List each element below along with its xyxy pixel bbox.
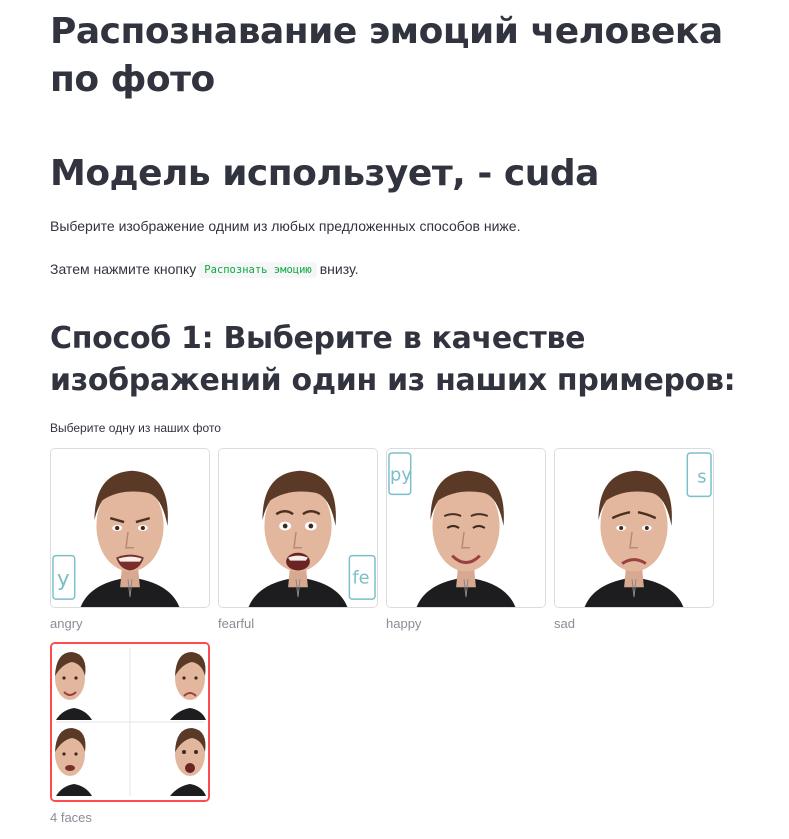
image-picker-label: Выберите одну из наших фото <box>50 421 221 435</box>
example-image-fearful[interactable]: fe <box>218 448 378 608</box>
example-image-4-faces[interactable] <box>50 642 210 802</box>
angry-face-photo: y <box>51 449 209 607</box>
sad-face-photo: s <box>555 449 713 607</box>
instruction-hint-suffix: внизу. <box>319 261 359 277</box>
instruction-button-hint: Затем нажмите кнопку Распознать эмоцию вни… <box>50 259 740 280</box>
example-image-sad[interactable]: s <box>554 448 714 608</box>
svg-text:s: s <box>697 468 706 488</box>
method-1-heading: Способ 1: Выберите в качестве изображени… <box>50 321 736 398</box>
example-caption-sad: sad <box>554 616 575 631</box>
fearful-face-photo: fe <box>219 449 377 607</box>
svg-text:y: y <box>57 566 70 591</box>
example-caption-fearful: fearful <box>218 616 255 631</box>
instruction-text: Выберите изображение одним из любых пред… <box>50 218 521 234</box>
svg-text:fe: fe <box>352 568 369 588</box>
model-heading: Модель использует, - cuda <box>50 153 599 194</box>
example-image-happy[interactable]: py <box>386 448 546 608</box>
four-faces-photo <box>52 644 208 800</box>
svg-text:py: py <box>390 466 412 486</box>
recognize-button-code: Распознать эмоцию <box>199 262 317 278</box>
instruction-hint-prefix: Затем нажмите кнопку <box>50 261 197 277</box>
example-caption-4-faces: 4 faces <box>50 810 92 825</box>
happy-face-photo: py <box>387 449 545 607</box>
example-image-angry[interactable]: y <box>50 448 210 608</box>
page-title: Распознавание эмоций человека по фото <box>50 11 723 100</box>
example-caption-happy: happy <box>386 616 422 631</box>
example-caption-angry: angry <box>50 616 83 631</box>
